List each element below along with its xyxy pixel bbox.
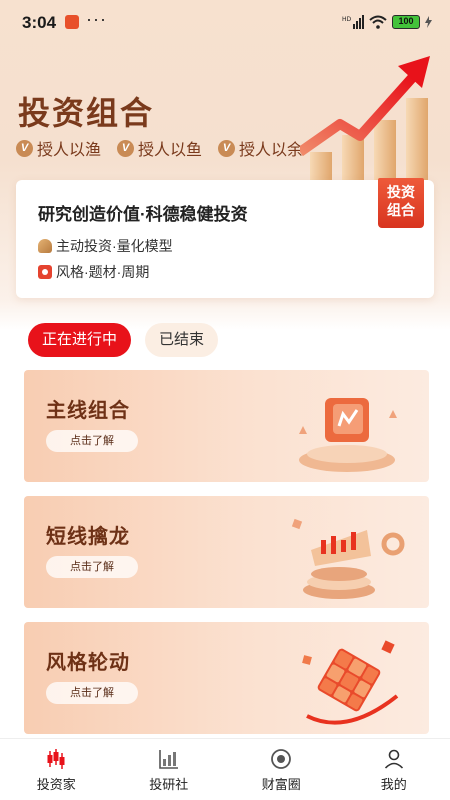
nav-item-mine[interactable]: 我的 [338, 739, 450, 800]
hero-tag-label: 授人以鱼 [138, 142, 203, 159]
check-badge-icon: V [218, 139, 236, 157]
hero-tag: V 授人以渔 [16, 136, 101, 160]
combo-card[interactable]: 主线组合 点击了解 [24, 370, 429, 482]
intro-card: 研究创造价值·科德稳健投资 主动投资·量化模型 风格·题材·周期 投资 组合 [16, 178, 434, 298]
combo-name: 短线擒龙 [46, 526, 130, 548]
tab-ongoing[interactable]: 正在进行中 [28, 323, 132, 357]
ribbon-line: 组合 [387, 202, 415, 218]
hero-tag: V 授人以余 [218, 136, 303, 160]
check-badge-icon: V [117, 139, 135, 157]
nav-item-wealth[interactable]: 财富圈 [225, 739, 338, 800]
check-badge-icon: V [16, 139, 33, 157]
status-tabs: 正在进行中 已结束 [28, 323, 219, 357]
learn-more-button[interactable]: 点击了解 [46, 682, 138, 704]
page-title: 投资组合 [18, 95, 155, 131]
intro-line-text: 主动投资·量化模型 [56, 238, 173, 254]
home-badge-icon [38, 265, 52, 279]
status-bar: 3:04 ··· HD 100 [0, 0, 450, 44]
learn-more-button[interactable]: 点击了解 [46, 430, 138, 452]
intro-line: 风格·题材·周期 [38, 262, 149, 282]
bar-chart-icon [158, 750, 178, 769]
status-indicators: HD 100 [342, 13, 432, 31]
hero-tag: V 授人以鱼 [117, 136, 202, 160]
intro-line-text: 风格·题材·周期 [56, 264, 150, 280]
nav-item-research[interactable]: 投研社 [113, 739, 226, 800]
cube-pedestal-icon [299, 398, 397, 472]
hero-tag-label: 授人以渔 [37, 142, 102, 159]
charging-icon [425, 16, 432, 28]
intro-title: 研究创造价值·科德稳健投资 [38, 205, 248, 224]
battery-indicator: 100 [392, 15, 420, 29]
rubik-cube-icon [302, 640, 399, 725]
nav-label: 投研社 [149, 777, 189, 792]
nav-label: 财富圈 [261, 777, 301, 792]
combo-name: 主线组合 [46, 400, 130, 422]
tab-ended[interactable]: 已结束 [145, 323, 219, 357]
hero-tag-label: 授人以余 [239, 142, 304, 159]
page: 3:04 ··· HD 100 投资组合 V 授人以渔 V 授人以鱼 V 授人以… [0, 0, 450, 800]
ribbon-line: 投资 [387, 184, 415, 200]
portfolio-ribbon: 投资 组合 [378, 178, 424, 228]
user-icon [384, 749, 403, 769]
learn-more-button[interactable]: 点击了解 [46, 556, 138, 578]
chart-pedestal-icon [291, 518, 405, 599]
wifi-icon [369, 15, 387, 29]
status-time: 3:04 [22, 13, 57, 32]
trophy-icon [38, 239, 52, 253]
status-more-dots: ··· [86, 9, 107, 29]
signal-icon: HD [342, 15, 364, 29]
intro-line: 主动投资·量化模型 [38, 236, 173, 256]
circle-icon [271, 749, 292, 769]
hero-tags: V 授人以渔 V 授人以鱼 V 授人以余 [16, 136, 303, 160]
svg-text:HD: HD [342, 16, 352, 23]
rising-arrow-chart-icon [300, 56, 430, 190]
combo-card[interactable]: 短线擒龙 点击了解 [24, 496, 429, 608]
candlestick-icon [47, 749, 65, 769]
app-badge-icon [65, 15, 79, 29]
nav-label: 我的 [380, 777, 407, 792]
combo-name: 风格轮动 [46, 652, 130, 674]
bottom-nav: 投资家 投研社 财富圈 我的 [0, 738, 450, 800]
combo-card[interactable]: 风格轮动 点击了解 [24, 622, 429, 734]
nav-item-investor[interactable]: 投资家 [0, 739, 113, 800]
nav-label: 投资家 [36, 777, 76, 792]
